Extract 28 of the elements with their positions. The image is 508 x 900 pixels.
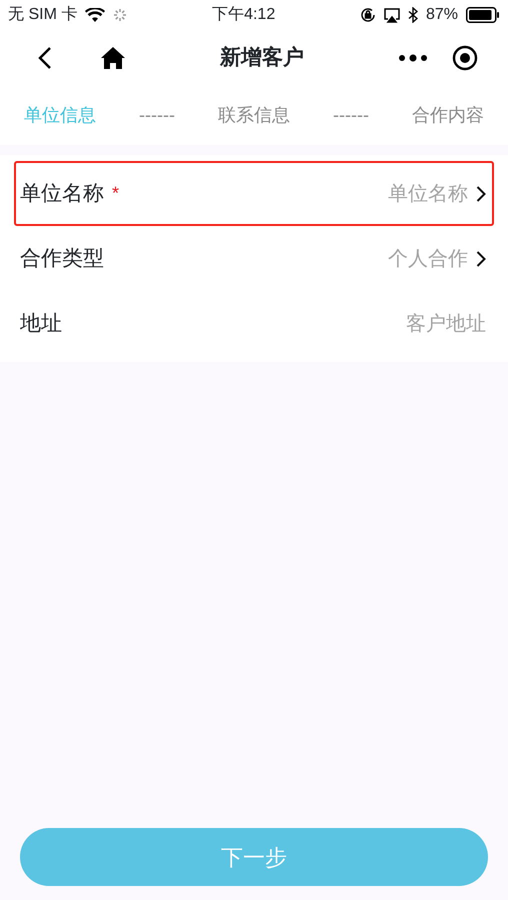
input-field[interactable]: 客户地址 — [70, 308, 486, 338]
field-label: 单位名称 — [20, 180, 104, 207]
carrier-text: 无 SIM 卡 — [8, 4, 78, 25]
battery-text: 87% — [426, 5, 458, 25]
chevron-right-icon — [476, 184, 486, 202]
loading-icon — [113, 8, 128, 22]
step-separator: ------ — [333, 104, 369, 126]
rotation-lock-icon — [360, 7, 376, 23]
battery-icon — [466, 7, 500, 23]
step-tab[interactable]: 联系信息 — [218, 102, 290, 128]
field-label: 地址 — [20, 310, 62, 337]
back-icon[interactable] — [38, 46, 52, 70]
step-tab[interactable]: 合作内容 — [412, 102, 484, 128]
input-field[interactable]: 单位名称 — [127, 178, 468, 208]
chevron-right-icon — [476, 250, 486, 268]
bluetooth-icon — [408, 7, 418, 23]
required-mark: * — [112, 182, 120, 205]
more-icon[interactable] — [398, 54, 428, 62]
input-field[interactable]: 个人合作 — [112, 244, 468, 274]
next-button[interactable]: 下一步 — [20, 828, 488, 886]
time-text: 下午4:12 — [212, 5, 276, 25]
field-label: 合作类型 — [20, 246, 104, 272]
step-tab[interactable]: 单位信息 — [24, 102, 96, 128]
step-separator: ------ — [139, 104, 175, 126]
home-icon[interactable] — [100, 46, 126, 70]
wifi-icon — [85, 8, 106, 22]
page-title: 新增客户 — [220, 46, 304, 69]
airplay-icon — [384, 8, 400, 22]
